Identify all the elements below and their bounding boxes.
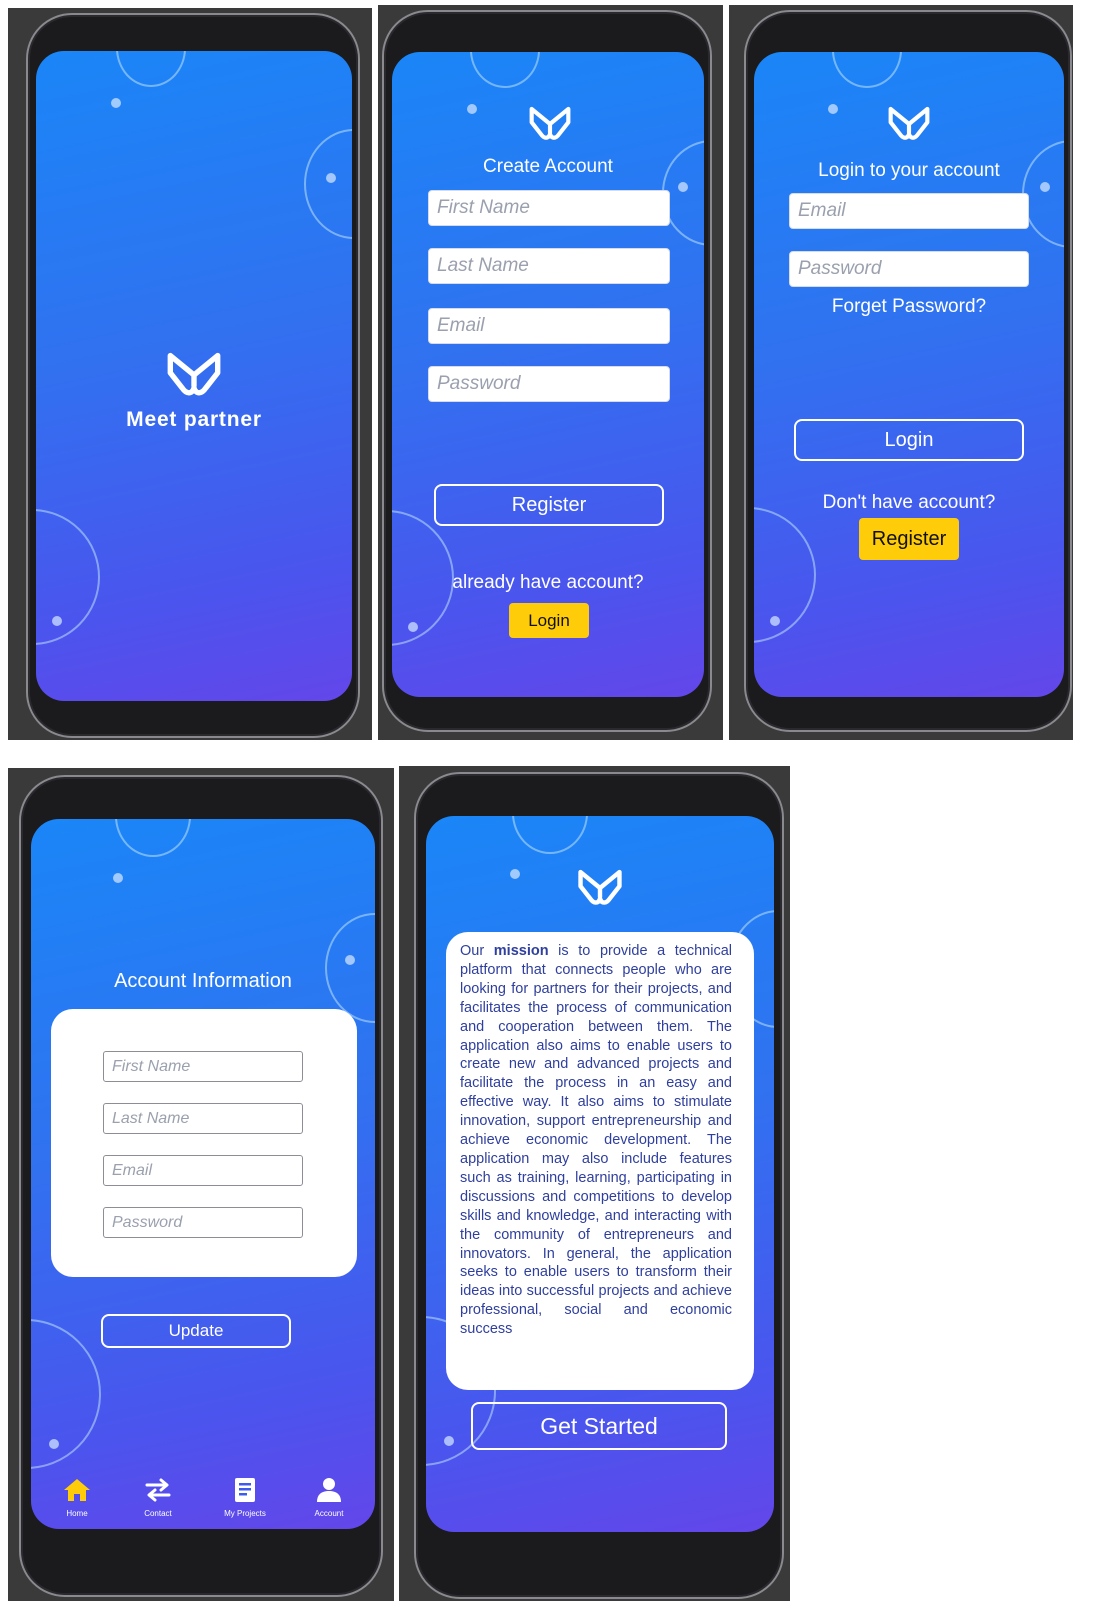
email-input[interactable] bbox=[103, 1155, 303, 1186]
last-name-input[interactable] bbox=[428, 248, 670, 284]
login-title: Login to your account bbox=[818, 160, 1000, 181]
decor-dot bbox=[678, 182, 688, 192]
nav-item-my-projects[interactable]: My Projects bbox=[215, 1477, 275, 1518]
app-name: Meet partner bbox=[126, 408, 262, 431]
decor-dot bbox=[444, 1436, 454, 1446]
panel-account-information: Account Information Update Home bbox=[8, 768, 394, 1601]
swap-arrows-icon bbox=[145, 1478, 171, 1502]
create-account-screen: Create Account Register already have acc… bbox=[392, 52, 704, 697]
mission-statement: Our mission is to provide a technical pl… bbox=[460, 942, 732, 1339]
phone-frame: Login to your account Forget Password? L… bbox=[744, 10, 1072, 732]
decor-circle bbox=[31, 1319, 101, 1469]
last-name-input[interactable] bbox=[103, 1103, 303, 1134]
decor-circle bbox=[115, 819, 191, 857]
account-form-card bbox=[51, 1009, 357, 1277]
document-icon bbox=[235, 1478, 255, 1502]
decor-dot bbox=[467, 104, 477, 114]
panel-splash: Meet partner bbox=[8, 8, 372, 740]
meet-partner-logo-icon bbox=[888, 106, 930, 140]
account-information-title: Account Information bbox=[114, 970, 292, 992]
decor-dot bbox=[408, 622, 418, 632]
register-button[interactable]: Register bbox=[434, 484, 664, 526]
no-account-text: Don't have account? bbox=[822, 492, 996, 513]
decor-circle bbox=[304, 129, 352, 239]
decor-circle bbox=[325, 913, 375, 1023]
home-icon bbox=[64, 1479, 90, 1501]
decor-dot bbox=[510, 869, 520, 879]
decor-dot bbox=[49, 1439, 59, 1449]
meet-partner-logo-icon bbox=[578, 869, 622, 905]
email-input[interactable] bbox=[428, 308, 670, 344]
phone-frame: Meet partner bbox=[26, 13, 360, 738]
first-name-input[interactable] bbox=[103, 1051, 303, 1082]
password-input[interactable] bbox=[428, 366, 670, 402]
nav-label: My Projects bbox=[224, 1509, 266, 1518]
panel-create-account: Create Account Register already have acc… bbox=[378, 5, 723, 740]
decor-circle bbox=[116, 51, 186, 87]
decor-circle bbox=[470, 52, 540, 88]
decor-circle bbox=[754, 507, 816, 643]
decor-circle bbox=[36, 509, 100, 645]
decor-dot bbox=[828, 104, 838, 114]
first-name-input[interactable] bbox=[428, 190, 670, 226]
nav-item-contact[interactable]: Contact bbox=[128, 1477, 188, 1518]
update-button[interactable]: Update bbox=[101, 1314, 291, 1348]
login-button[interactable]: Login bbox=[794, 419, 1024, 461]
splash-screen: Meet partner bbox=[36, 51, 352, 701]
nav-label: Account bbox=[314, 1509, 344, 1518]
login-screen: Login to your account Forget Password? L… bbox=[754, 52, 1064, 697]
meet-partner-logo-icon bbox=[167, 352, 221, 396]
decor-dot bbox=[111, 98, 121, 108]
register-button[interactable]: Register bbox=[859, 518, 959, 560]
decor-circle bbox=[512, 816, 588, 854]
decor-dot bbox=[345, 955, 355, 965]
decor-dot bbox=[770, 616, 780, 626]
email-input[interactable] bbox=[789, 193, 1029, 229]
nav-item-account[interactable]: Account bbox=[299, 1477, 359, 1518]
phone-frame: Create Account Register already have acc… bbox=[382, 10, 712, 732]
decor-dot bbox=[52, 616, 62, 626]
mission-card: Our mission is to provide a technical pl… bbox=[446, 932, 754, 1390]
phone-frame: Account Information Update Home bbox=[19, 775, 383, 1597]
get-started-button[interactable]: Get Started bbox=[471, 1402, 727, 1450]
mission-body: is to provide a technical platform that … bbox=[460, 943, 732, 1338]
mission-lead: Our bbox=[460, 943, 494, 959]
mission-screen: Our mission is to provide a technical pl… bbox=[426, 816, 774, 1532]
meet-partner-logo-icon bbox=[529, 106, 571, 140]
decor-dot bbox=[113, 873, 123, 883]
decor-dot bbox=[1040, 182, 1050, 192]
account-information-screen: Account Information Update Home bbox=[31, 819, 375, 1529]
create-account-title: Create Account bbox=[483, 156, 613, 177]
nav-item-home[interactable]: Home bbox=[47, 1477, 107, 1518]
panel-mission: Our mission is to provide a technical pl… bbox=[399, 766, 790, 1601]
user-icon bbox=[317, 1478, 341, 1502]
nav-label: Contact bbox=[144, 1509, 172, 1518]
mission-keyword: mission bbox=[493, 943, 549, 959]
password-input[interactable] bbox=[789, 251, 1029, 287]
password-input[interactable] bbox=[103, 1207, 303, 1238]
login-button[interactable]: Login bbox=[509, 603, 589, 638]
decor-dot bbox=[326, 173, 336, 183]
decor-circle bbox=[832, 52, 902, 88]
forgot-password-link[interactable]: Forget Password? bbox=[754, 296, 1064, 318]
have-account-text: already have account? bbox=[452, 572, 644, 593]
nav-label: Home bbox=[66, 1509, 88, 1518]
panel-login: Login to your account Forget Password? L… bbox=[729, 5, 1073, 740]
phone-frame: Our mission is to provide a technical pl… bbox=[414, 772, 784, 1599]
